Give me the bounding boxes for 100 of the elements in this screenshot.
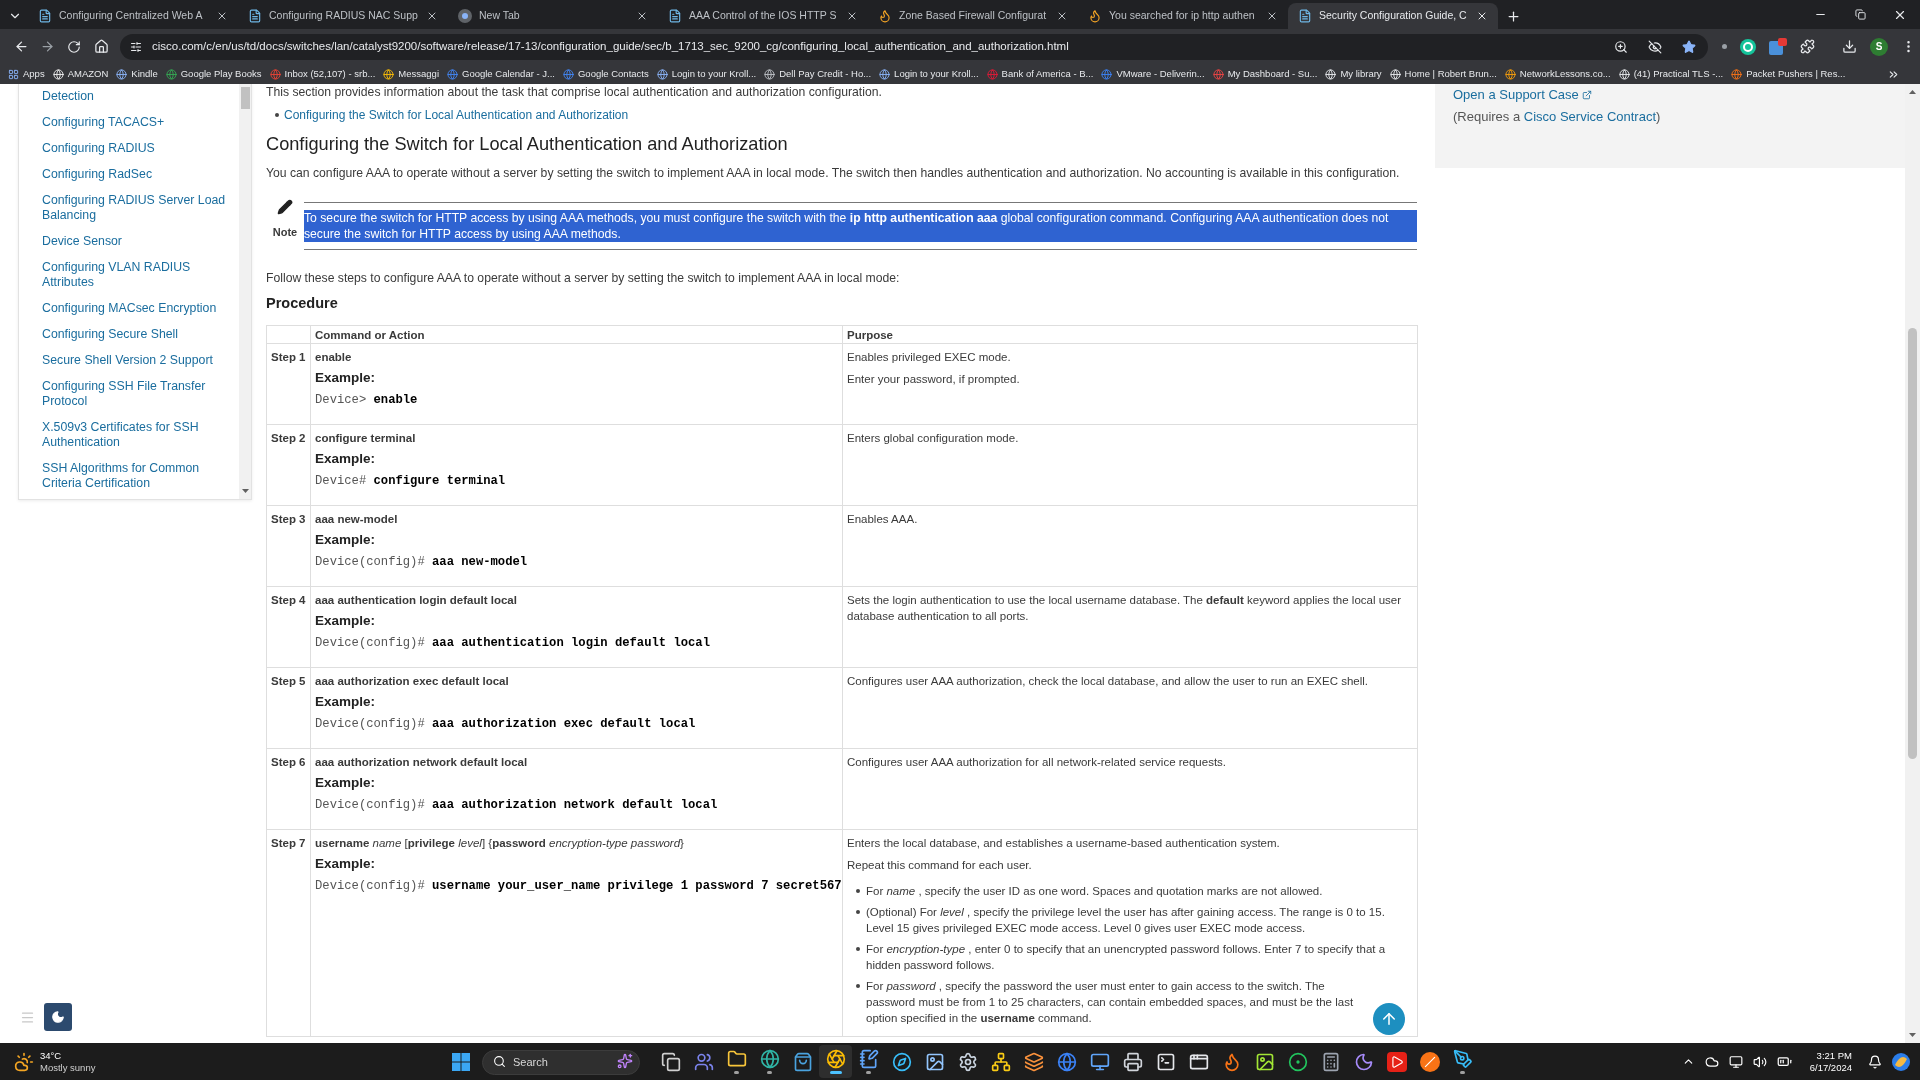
scroll-down-arrow-icon[interactable] — [1909, 1033, 1916, 1037]
site-settings-icon[interactable] — [130, 40, 142, 53]
dark-mode-button[interactable] — [44, 1003, 72, 1031]
weather-temperature: 34°C — [40, 1049, 63, 1062]
taskbar-search-field[interactable]: Search — [482, 1049, 640, 1075]
extensions-icon[interactable] — [1800, 39, 1815, 54]
bookmark-star-icon[interactable] — [1682, 39, 1696, 54]
service-contract-link[interactable]: Cisco Service Contract — [1523, 109, 1657, 124]
sidebar-link[interactable]: Device Sensor — [42, 234, 231, 249]
browser-tab[interactable]: New Tab — [448, 3, 658, 29]
bookmark-link[interactable]: Google Play Books — [165, 66, 262, 82]
step-label: Step 7 — [271, 836, 307, 851]
scroll-up-arrow-icon[interactable] — [1909, 90, 1916, 94]
bookmark-link[interactable]: (41) Practical TLS -... — [1618, 66, 1724, 82]
bookmark-link[interactable]: My library — [1325, 66, 1382, 82]
bookmark-link[interactable]: Home | Robert Brun... — [1389, 66, 1497, 82]
support-case-link[interactable]: Open a Support Case — [1453, 86, 1579, 104]
settings-icon — [957, 1051, 978, 1072]
back-to-top-button[interactable] — [1373, 1003, 1405, 1035]
dot-icon[interactable] — [1722, 44, 1727, 49]
bookmark-link[interactable]: Apps — [8, 66, 45, 82]
close-icon[interactable] — [636, 10, 648, 22]
browser-tab[interactable]: Configuring Centralized Web A — [28, 3, 238, 29]
weather-condition: Mostly sunny — [40, 1061, 96, 1074]
code-example: Device(config)# aaa authentication login default local — [315, 635, 711, 652]
bookmark-link[interactable]: VMware - Deliverin... — [1101, 66, 1205, 82]
sidebar-link[interactable]: Detection — [42, 89, 231, 104]
cloud-sun-icon[interactable] — [14, 1051, 34, 1072]
sidebar-link[interactable]: SSH Algorithms for Common Criteria Certification — [42, 461, 231, 491]
sidebar-link[interactable]: Secure Shell Version 2 Support — [42, 353, 231, 368]
sidebar-link[interactable]: Configuring SSH File Transfer Protocol — [42, 379, 231, 409]
bell-icon[interactable] — [1868, 1054, 1882, 1069]
browser-tab[interactable]: Zone Based Firewall Configurat — [868, 3, 1078, 29]
bookmark-link[interactable]: Kindle — [116, 66, 158, 82]
close-icon[interactable] — [426, 10, 438, 22]
toc-link[interactable]: Configuring the Switch for Local Authentication and Authorization — [284, 107, 629, 123]
bookmark-link[interactable]: AMAZON — [52, 66, 109, 82]
browser-tab[interactable]: You searched for ip http authen — [1078, 3, 1288, 29]
monitor-icon — [1089, 1051, 1110, 1072]
bullet-text: For name , specify the user ID as one word. Spaces and quotation marks are not allowed. — [866, 884, 1323, 899]
scroll-down-arrow-icon[interactable] — [241, 489, 249, 493]
restore-icon[interactable] — [1854, 9, 1866, 20]
sidebar-link[interactable]: Configuring RADIUS Server Load Balancing — [42, 193, 231, 223]
back-icon[interactable] — [13, 39, 29, 54]
scrollbar-thumb[interactable] — [1908, 328, 1917, 759]
bookmark-link[interactable]: Login to your Kroll... — [879, 66, 979, 82]
clock-date[interactable]: 6/17/2024 — [1809, 1061, 1852, 1074]
battery-icon[interactable] — [1776, 1054, 1792, 1069]
globe-icon — [759, 1049, 780, 1069]
sidebar-link[interactable]: Configuring VLAN RADIUS Attributes — [42, 260, 231, 290]
bookmark-link[interactable]: Google Contacts — [562, 66, 649, 82]
purpose-text: Configures user AAA authorization, check the local database, and allow the user to run an EXEC shell. — [847, 674, 1369, 689]
download-icon[interactable] — [1842, 39, 1857, 54]
sidebar-link[interactable]: Configuring Secure Shell — [42, 327, 231, 342]
step-label: Step 4 — [271, 593, 307, 608]
bookmark-link[interactable]: Packet Pushers | Res... — [1731, 66, 1846, 82]
forward-icon[interactable] — [39, 39, 55, 54]
taskbar-app-button[interactable] — [819, 1045, 852, 1078]
bookmark-link[interactable]: Login to your Kroll... — [656, 66, 757, 82]
bookmark-link[interactable]: Bank of America - B... — [986, 66, 1094, 82]
sidebar-link[interactable]: Configuring MACsec Encryption — [42, 301, 231, 316]
scrollbar-thumb[interactable] — [240, 87, 250, 109]
close-icon[interactable] — [846, 10, 858, 22]
bookmark-link[interactable]: Google Calendar - J... — [447, 66, 555, 82]
sidebar-link[interactable]: Configuring RADIUS — [42, 141, 231, 156]
search-icon — [493, 1055, 506, 1068]
browser-tab[interactable]: Configuring RADIUS NAC Supp — [238, 3, 448, 29]
sidebar-link[interactable]: Configuring TACACS+ — [42, 115, 231, 130]
monitor-icon[interactable] — [1728, 1054, 1743, 1069]
start-menu-icon[interactable] — [452, 1052, 470, 1071]
eye-off-icon[interactable] — [1648, 39, 1662, 54]
bookmark-link[interactable]: Messaggi — [383, 66, 439, 82]
reload-icon[interactable] — [67, 39, 81, 54]
browser-tab[interactable]: Security Configuration Guide, C — [1288, 3, 1498, 29]
zoom-icon[interactable] — [1614, 39, 1628, 54]
globe-icon — [1618, 68, 1630, 80]
command-text: aaa authorization exec default local — [315, 674, 510, 689]
close-icon[interactable] — [1056, 10, 1068, 22]
sidebar-link[interactable]: X.509v3 Certificates for SSH Authentication — [42, 420, 231, 450]
close-icon[interactable] — [1266, 10, 1278, 22]
clock-time[interactable]: 3:21 PM — [1816, 1049, 1852, 1062]
address-bar[interactable]: cisco.com/c/en/us/td/docs/switches/lan/catalyst9200/software/release/17-13/configuration_guide/sec/b_1713_sec_9200_cg/configuring_local_authentication_and_authorization.html — [120, 33, 1708, 60]
home-icon[interactable] — [93, 39, 109, 54]
bookmark-link[interactable]: My Dashboard - Su... — [1212, 66, 1318, 82]
browser-tab[interactable]: AAA Control of the IOS HTTP S — [658, 3, 868, 29]
close-icon[interactable] — [1476, 10, 1488, 22]
bookmark-link[interactable]: Dell Pay Credit - Ho... — [764, 66, 872, 82]
step-label: Step 5 — [271, 674, 307, 689]
swirl-logo-icon[interactable] — [1892, 1052, 1910, 1071]
app-badge-icon[interactable] — [1769, 38, 1787, 55]
bookmark-link[interactable]: Inbox (52,107) - srb... — [269, 66, 376, 82]
bookmark-link[interactable]: NetworkLessons.co... — [1504, 66, 1611, 82]
sidebar-link[interactable]: Configuring RadSec — [42, 167, 231, 182]
bullet-text: For encryption-type , enter 0 to specify that an unencrypted password follows. Enter 7 to specify that a hidden password follows. — [866, 942, 1387, 973]
circle-logo-icon[interactable] — [1740, 38, 1756, 55]
speaker-icon[interactable] — [1752, 1054, 1767, 1069]
profile-avatar[interactable]: S — [1870, 37, 1888, 56]
close-icon[interactable] — [216, 10, 228, 22]
new-tab-icon[interactable] — [1506, 8, 1521, 24]
cloud-icon[interactable] — [1704, 1054, 1719, 1069]
